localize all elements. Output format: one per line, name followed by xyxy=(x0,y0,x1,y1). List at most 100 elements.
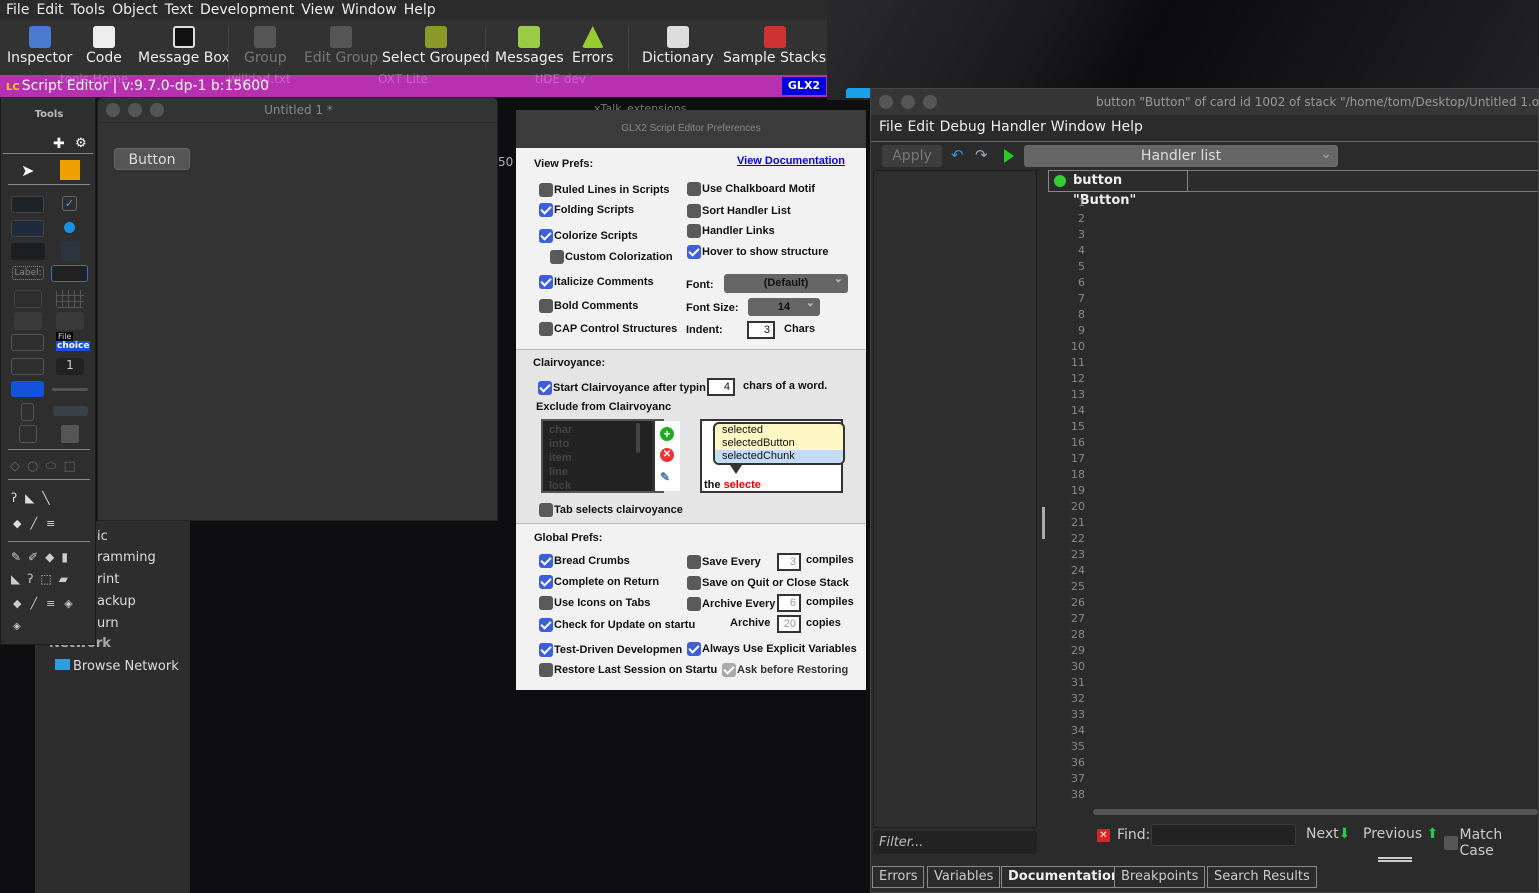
add-icon[interactable]: + xyxy=(660,427,674,441)
menu-object[interactable]: Object xyxy=(112,2,158,18)
inspector-button[interactable]: Inspector xyxy=(7,26,72,66)
text-field-tool-icon[interactable] xyxy=(51,265,88,282)
remove-icon[interactable]: ✕ xyxy=(660,448,674,462)
checkbox-box[interactable] xyxy=(687,555,701,569)
window-controls[interactable] xyxy=(879,95,937,109)
edit-tool-icon[interactable] xyxy=(60,160,80,180)
number-field-tool[interactable]: 1 xyxy=(56,358,84,375)
complete-on-return-checkbox[interactable]: Complete on Return xyxy=(539,575,659,589)
little-arrows-tool-icon[interactable] xyxy=(53,406,88,416)
undo-icon[interactable]: ↶ xyxy=(951,146,964,164)
table-tool-icon[interactable] xyxy=(56,290,84,308)
save-every-input[interactable]: 3 xyxy=(777,553,801,571)
checkbox-box[interactable] xyxy=(538,381,552,395)
list-item[interactable]: lock xyxy=(549,479,572,493)
slider-tool-icon[interactable] xyxy=(52,388,88,391)
script-tab[interactable]: button "Button" xyxy=(1048,170,1188,208)
stepper-tool-icon[interactable] xyxy=(11,334,44,351)
paint-tools-3[interactable]: ◆╱≡◈ xyxy=(13,597,82,610)
list-field-tool-icon[interactable] xyxy=(14,312,42,330)
font-size-dropdown[interactable]: 14 xyxy=(748,294,820,316)
toggle-tool-icon[interactable] xyxy=(11,381,44,397)
menu-development[interactable]: Development xyxy=(200,2,294,18)
pointer-tool-icon[interactable]: ➤ xyxy=(21,161,34,180)
label-tool-icon[interactable]: Label: xyxy=(12,266,44,280)
select-grouped-button[interactable]: Select Grouped xyxy=(382,26,490,66)
checkbox-box[interactable] xyxy=(687,576,701,590)
checkbox-box[interactable] xyxy=(539,503,553,517)
next-button[interactable]: Next⬇ xyxy=(1306,826,1350,842)
messages-button[interactable]: Messages xyxy=(495,26,564,66)
combo-box-tool-icon[interactable] xyxy=(11,358,44,375)
handler-list-panel[interactable] xyxy=(873,170,1037,828)
checkbox-box[interactable] xyxy=(550,250,564,264)
save-every-checkbox[interactable]: Save Every xyxy=(687,555,761,569)
test-driven-checkbox[interactable]: Test-Driven Developmen xyxy=(539,643,682,657)
exclude-list[interactable]: char into item line lock + ✕ ✎ xyxy=(541,419,680,493)
edit-group-button[interactable]: Edit Group xyxy=(304,26,378,66)
tab-errors[interactable]: Errors xyxy=(872,866,925,888)
checkbox-box[interactable] xyxy=(539,596,553,610)
list-item[interactable]: ramming xyxy=(97,550,156,565)
checkbox-box[interactable] xyxy=(539,663,553,677)
menu-help[interactable]: Help xyxy=(404,2,436,18)
browse-network-item[interactable]: Browse Network xyxy=(55,659,179,674)
tab-selects-checkbox[interactable]: Tab selects clairvoyance xyxy=(539,503,683,517)
checkbox-box[interactable] xyxy=(539,618,553,632)
bold-comments-checkbox[interactable]: Bold Comments xyxy=(539,299,638,313)
checkbox-box[interactable] xyxy=(687,182,701,196)
start-clairvoyance-checkbox[interactable]: Start Clairvoyance after typin xyxy=(538,381,706,395)
scrolling-field-tool-icon[interactable] xyxy=(14,290,42,308)
bread-crumbs-checkbox[interactable]: Bread Crumbs xyxy=(539,554,630,568)
menu-window[interactable]: Window xyxy=(341,2,396,18)
view-documentation-link[interactable]: View Documentation xyxy=(737,155,845,167)
cap-control-structures-checkbox[interactable]: CAP Control Structures xyxy=(539,322,677,336)
sort-handler-list-checkbox[interactable]: Sort Handler List xyxy=(687,204,791,218)
save-on-quit-checkbox[interactable]: Save on Quit or Close Stack xyxy=(687,576,849,590)
menu-text[interactable]: Text xyxy=(165,2,193,18)
close-find-icon[interactable]: ✕ xyxy=(1097,829,1110,842)
splitter-handle[interactable] xyxy=(1042,507,1045,539)
menu-window[interactable]: Window xyxy=(1051,119,1106,135)
menu-tool-choice[interactable]: choice xyxy=(56,341,91,351)
menu-handler[interactable]: Handler xyxy=(991,119,1046,135)
check-update-checkbox[interactable]: Check for Update on startu xyxy=(539,618,695,632)
checkbox-box[interactable] xyxy=(687,224,701,238)
restore-session-checkbox[interactable]: Restore Last Session on Startu xyxy=(539,663,717,677)
list-item[interactable]: ackup xyxy=(97,594,136,609)
icons-on-tabs-checkbox[interactable]: Use Icons on Tabs xyxy=(539,596,650,610)
paint-tools-2[interactable]: ◣ʔ⬚▰ xyxy=(11,572,75,586)
dictionary-button[interactable]: Dictionary xyxy=(642,26,714,66)
radio-tool-icon[interactable] xyxy=(64,222,75,233)
resize-grip[interactable] xyxy=(1378,857,1412,862)
tab-documentation[interactable]: Documentation xyxy=(1001,866,1128,888)
filter-input[interactable]: Filter... xyxy=(873,831,1037,854)
horizontal-scrollbar[interactable] xyxy=(1093,809,1538,815)
list-item[interactable]: ic xyxy=(97,529,108,544)
checkbox-box[interactable] xyxy=(687,245,701,259)
player-tool-icon[interactable] xyxy=(61,425,79,443)
checkbox-box[interactable] xyxy=(539,643,553,657)
list-item[interactable]: char xyxy=(549,423,572,437)
message-box-button[interactable]: Message Box xyxy=(138,26,230,66)
checkbox-box[interactable] xyxy=(687,642,701,656)
sample-stacks-button[interactable]: Sample Stacks xyxy=(723,26,826,66)
list-item[interactable]: urn xyxy=(97,616,119,631)
list-item[interactable]: item xyxy=(549,451,572,465)
handler-links-checkbox[interactable]: Handler Links xyxy=(687,224,775,238)
clairvoyance-chars-input[interactable]: 4 xyxy=(707,378,735,396)
checkbox-box[interactable] xyxy=(539,299,553,313)
list-item[interactable]: rint xyxy=(97,572,119,587)
shape-tools[interactable]: ◇○⬭□ xyxy=(10,459,83,474)
field-tool-icon[interactable] xyxy=(11,220,44,237)
checkbox-tool-icon[interactable]: ✓ xyxy=(62,196,77,211)
errors-button[interactable]: Errors xyxy=(572,26,613,66)
checkbox-box[interactable] xyxy=(539,203,553,217)
folding-scripts-checkbox[interactable]: Folding Scripts xyxy=(539,203,634,217)
chalkboard-motif-checkbox[interactable]: Use Chalkboard Motif xyxy=(687,182,815,196)
ruled-lines-checkbox[interactable]: Ruled Lines in Scripts xyxy=(539,183,670,197)
fill-tools[interactable]: ◆╱≡ xyxy=(13,517,64,530)
handler-list-dropdown[interactable]: Handler list ⌄ xyxy=(1024,145,1338,167)
list-item[interactable]: into xyxy=(549,437,572,451)
stack-button[interactable]: Button xyxy=(114,148,190,170)
